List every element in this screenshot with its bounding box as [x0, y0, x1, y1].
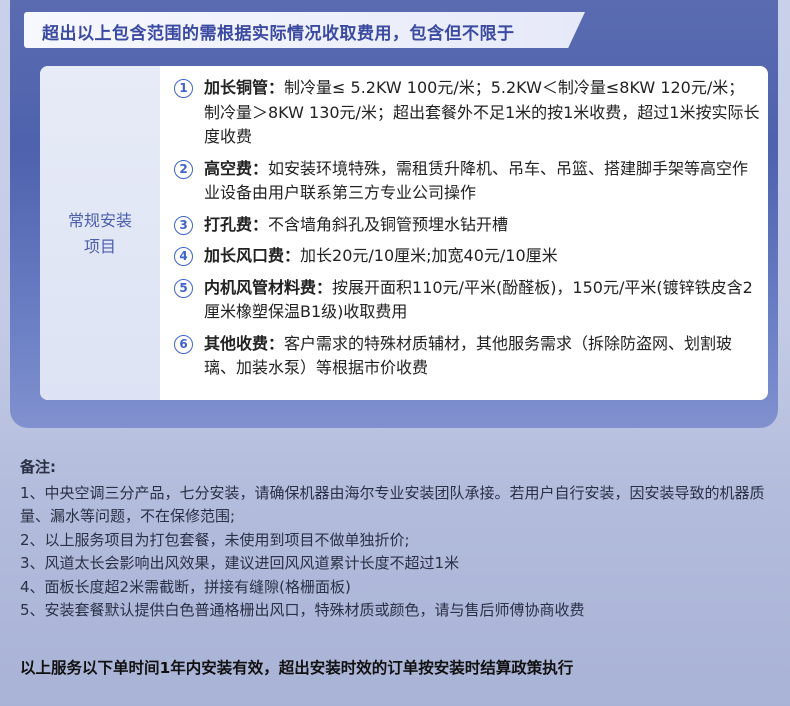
- category-label: 常规安装 项目: [40, 208, 160, 260]
- note-line-3: 3、风道太长会影响出风效果，建议进回风风道累计长度不超过1米: [20, 554, 460, 572]
- category-line-1: 常规安装: [67, 211, 132, 230]
- number-badge: 1: [174, 79, 193, 98]
- fee-list: 1 加长铜管：制冷量≤ 5.2KW 100元/米；5.2KW＜制冷量≤8KW 1…: [174, 76, 760, 388]
- number-badge: 6: [174, 334, 193, 354]
- card-banner: 超出以上包含范围的需根据实际情况收取费用，包含但不限于: [24, 12, 585, 48]
- fee-label: 加长风口费：: [204, 246, 301, 265]
- number-badge: 5: [174, 278, 193, 298]
- fee-label: 打孔费：: [204, 214, 269, 234]
- fee-text: 加长20元/10厘米;加宽40元/10厘米: [300, 246, 558, 265]
- fee-item-high-altitude: 2 高空费：如安装环境特殊，需租赁升降机、吊车、吊篮、搭建脚手架等高空作业设备由…: [174, 157, 760, 206]
- notes-section: 备注: 1、中央空调三分产品，七分安装，请确保机器由海尔专业安装团队承接。若用户…: [20, 456, 780, 623]
- fee-label: 高空费：: [204, 158, 269, 178]
- category-column: 常规安装 项目: [40, 66, 160, 400]
- fee-item-other: 6 其他收费：客户需求的特殊材质辅材，其他服务需求（拆除防盗网、划割玻璃、加装水…: [174, 332, 760, 381]
- fee-label: 内机风管材料费：: [204, 277, 333, 297]
- fee-item-copper-pipe: 1 加长铜管：制冷量≤ 5.2KW 100元/米；5.2KW＜制冷量≤8KW 1…: [174, 76, 760, 150]
- note-line-2: 2、以上服务项目为打包套餐，未使用到项目不做单独折价;: [20, 530, 410, 549]
- fee-label: 其他收费：: [204, 333, 285, 353]
- content-panel: 常规安装 项目 1 加长铜管：制冷量≤ 5.2KW 100元/米；5.2KW＜制…: [40, 66, 768, 400]
- pricing-card: 超出以上包含范围的需根据实际情况收取费用，包含但不限于 常规安装 项目 1 加长…: [10, 0, 778, 428]
- fee-label: 加长铜管：: [204, 78, 285, 97]
- note-line-5: 5、安装套餐默认提供白色普通格栅出风口，特殊材质或颜色，请与售后师傅协商收费: [20, 601, 585, 619]
- number-badge: 3: [174, 215, 193, 235]
- fee-item-vent-extension: 4 加长风口费：加长20元/10厘米;加宽40元/10厘米: [174, 244, 760, 269]
- category-line-2: 项目: [83, 237, 116, 256]
- note-line-4: 4、面板长度超2米需截断，拼接有缝隙(格栅面板): [20, 577, 351, 596]
- fee-text: 如安装环境特殊，需租赁升降机、吊车、吊篮、搭建脚手架等高空作业设备由用户联系第三…: [204, 158, 749, 203]
- fee-text: 不含墙角斜孔及铜管预埋水钻开槽: [268, 214, 509, 234]
- fee-text: 制冷量≤ 5.2KW 100元/米；5.2KW＜制冷量≤8KW 120元/米；制…: [204, 78, 760, 146]
- banner-title: 超出以上包含范围的需根据实际情况收取费用，包含但不限于: [42, 24, 515, 44]
- validity-footer: 以上服务以下单时间1年内安装有效，超出安装时效的订单按安装时结算政策执行: [20, 659, 574, 677]
- fee-item-drilling: 3 打孔费：不含墙角斜孔及铜管预埋水钻开槽: [174, 213, 760, 238]
- number-badge: 2: [174, 159, 193, 179]
- fee-item-duct-material: 5 内机风管材料费：按展开面积110元/平米(酚醛板)，150元/平米(镀锌铁皮…: [174, 276, 760, 325]
- notes-title: 备注:: [20, 458, 56, 476]
- number-badge: 4: [174, 247, 193, 266]
- note-line-1: 1、中央空调三分产品，七分安装，请确保机器由海尔专业安装团队承接。若用户自行安装…: [20, 483, 765, 526]
- fee-text: 客户需求的特殊材质辅材，其他服务需求（拆除防盗网、划割玻璃、加装水泵）等根据市价…: [204, 333, 733, 378]
